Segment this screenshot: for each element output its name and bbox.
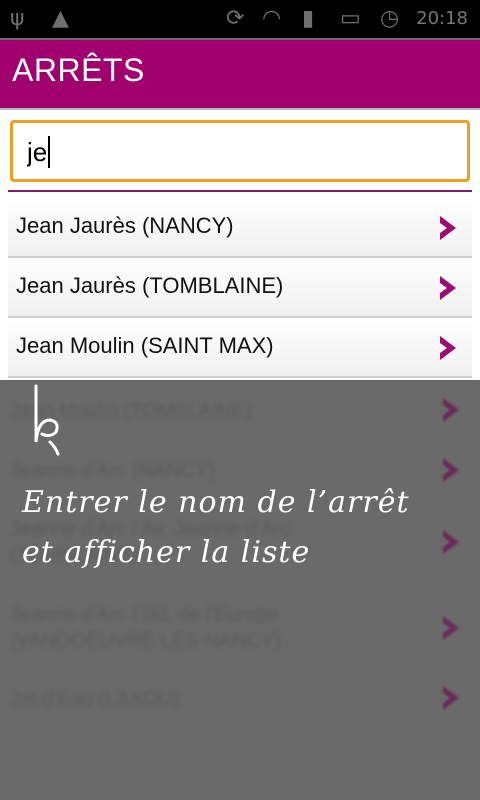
chevron-right-icon	[440, 336, 456, 360]
usb-icon: ψ	[10, 6, 25, 31]
divider	[8, 190, 472, 192]
hint-line-2: et afficher la liste	[22, 535, 311, 570]
pen-gesture-icon	[34, 384, 60, 456]
search-input[interactable]	[25, 131, 449, 173]
alarm-icon: ◷	[380, 6, 400, 31]
hint-line-1: Entrer le nom de l’arrêt	[22, 485, 410, 520]
list-item[interactable]: Jean Moulin (SAINT MAX)	[8, 318, 472, 378]
chevron-right-icon	[443, 398, 459, 422]
list-item-label: Jean Moulin (TOMBLAINE)	[10, 400, 252, 422]
status-time: 20:18	[416, 8, 468, 29]
list-item: Jet d'Eau (LAXOU)	[10, 686, 470, 712]
text-caret	[48, 136, 50, 168]
list-item-label: Jean Jaurès (TOMBLAINE)	[16, 273, 284, 298]
list-item-label: Jean Moulin (SAINT MAX)	[16, 333, 274, 358]
chevron-right-icon	[443, 616, 459, 640]
list-item[interactable]: Jean Jaurès (TOMBLAINE)	[8, 258, 472, 318]
chevron-right-icon	[443, 686, 459, 710]
battery-icon: ▭	[340, 6, 361, 31]
tutorial-overlay[interactable]: Jean Moulin (TOMBLAINE) Jeanne d'Arc (NA…	[0, 380, 480, 800]
signal-icon: ▮	[302, 6, 315, 31]
sync-icon: ⟳	[226, 6, 245, 31]
page-title: ARRÊTS	[12, 52, 145, 88]
results-list: Jean Jaurès (NANCY) Jean Jaurès (TOMBLAI…	[8, 198, 472, 378]
list-item-label: Jeanne d'Arc / Bd. de l'Europe (VANDOEUV…	[10, 604, 281, 652]
list-item-label: Jean Jaurès (NANCY)	[16, 213, 234, 238]
list-item-label: Jet d'Eau (LAXOU)	[10, 688, 180, 710]
list-item[interactable]: Jean Jaurès (NANCY)	[8, 198, 472, 258]
wifi-icon: ◠	[262, 6, 282, 31]
app-bar: ARRÊTS	[0, 40, 480, 110]
list-item: Jean Moulin (TOMBLAINE)	[10, 398, 470, 424]
status-bar: ψ ▲ ⟳ ◠ ▮ ▭ ◷ 20:18	[0, 0, 480, 38]
chevron-right-icon	[440, 276, 456, 300]
android-icon: ▲	[52, 6, 69, 31]
list-item: Jeanne d'Arc / Bd. de l'Europe (VANDOEUV…	[10, 602, 410, 654]
tutorial-hint: Entrer le nom de l’arrêt et afficher la …	[22, 478, 472, 578]
search-box[interactable]	[10, 120, 470, 182]
chevron-right-icon	[440, 216, 456, 240]
